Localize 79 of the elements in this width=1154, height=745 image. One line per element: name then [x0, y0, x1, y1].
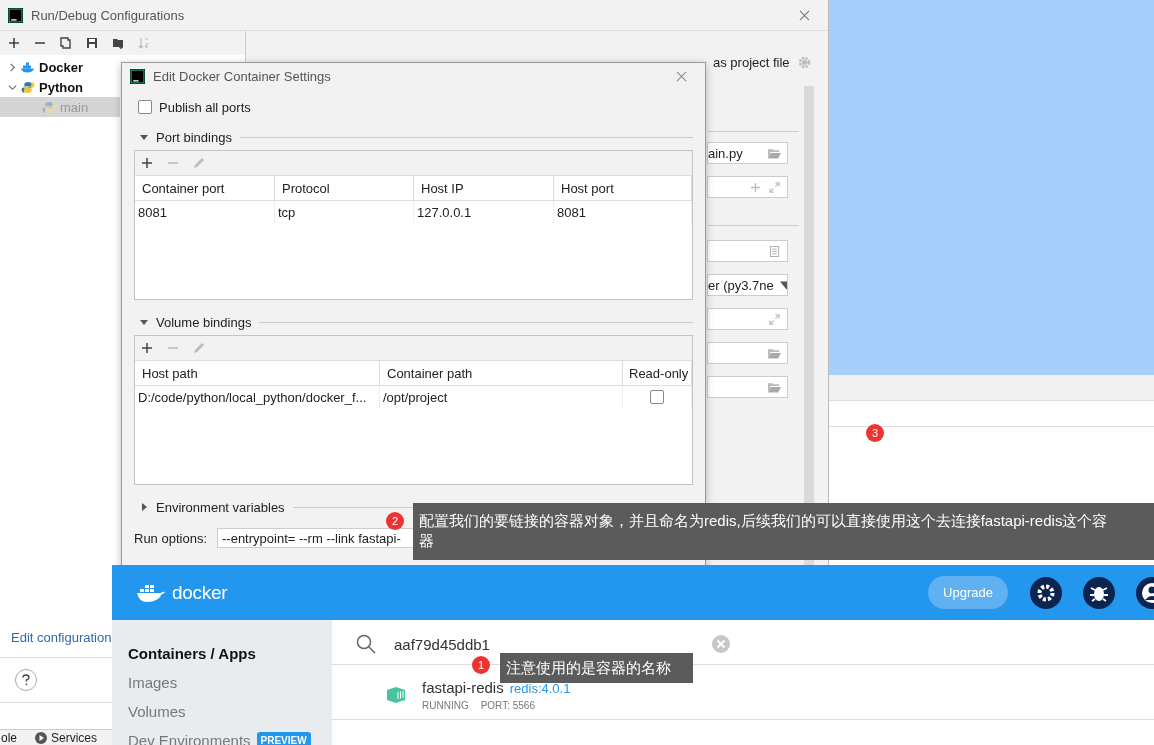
add-icon[interactable] [141, 157, 153, 169]
table-cell: tcp [275, 201, 414, 223]
sort-icon[interactable] [138, 37, 150, 49]
whale-icon [136, 582, 166, 603]
input-field[interactable] [707, 342, 788, 364]
tooltip: 配置我们的要链接的容器对象，并且命名为redis,后续我们的可以直接使用这个去连接fastapi-redis这个容器 [413, 503, 1154, 560]
column-header: Host IP [414, 176, 554, 200]
sidebar-item[interactable]: Containers / Apps [112, 639, 332, 668]
port-text: PORT: 5566 [480, 700, 535, 711]
search-icon [356, 634, 376, 654]
tool-window-tab[interactable]: ole [1, 731, 21, 745]
clear-icon[interactable] [712, 635, 730, 653]
expand-triangle-icon[interactable] [140, 133, 148, 141]
app-logo-icon [8, 7, 23, 23]
checkbox-label: Publish all ports [159, 99, 251, 115]
copy-icon[interactable] [60, 37, 72, 49]
tree-item[interactable]: Docker [0, 57, 120, 77]
expand-triangle-icon[interactable] [140, 503, 148, 511]
input-field[interactable] [707, 376, 788, 398]
marker-badge: 3 [866, 424, 884, 442]
section-title: Volume bindings [156, 314, 252, 330]
tooltip: 注意使用的是容器的名称 [500, 653, 693, 683]
column-header: Host port [554, 176, 692, 200]
table-cell: D:/code/python/local_python/docker_f... [135, 386, 380, 408]
edit-configuration-link[interactable]: Edit configuration [11, 629, 112, 645]
checkbox[interactable] [138, 100, 152, 114]
folder-add-icon[interactable] [112, 37, 124, 49]
search-field[interactable]: aaf79d45ddb1 [394, 635, 694, 653]
pencil-icon[interactable] [193, 342, 205, 354]
status-text: RUNNING [422, 700, 469, 711]
table-cell: 127.0.0.1 [414, 201, 554, 223]
column-header: Read-only [623, 361, 692, 385]
bug-icon[interactable] [1083, 576, 1115, 609]
snake-icon [42, 100, 56, 114]
checkbox-label: as project file [713, 55, 790, 70]
add-icon[interactable] [141, 342, 153, 354]
play-icon [35, 732, 47, 744]
column-header: Host path [135, 361, 380, 385]
tool-window-tab[interactable]: Services [35, 731, 102, 745]
field-label: Run options: [134, 530, 207, 546]
checkbox[interactable] [650, 390, 664, 404]
snake-icon [21, 80, 35, 94]
table-cell: 8081 [554, 201, 692, 223]
close-icon[interactable] [799, 9, 810, 21]
expand-icon[interactable] [768, 313, 781, 325]
pencil-icon[interactable] [193, 157, 205, 169]
window-title: Run/Debug Configurations [31, 7, 185, 23]
expand-icon[interactable] [768, 181, 781, 193]
table-cell: /opt/project [380, 386, 623, 408]
table-cell: 8081 [135, 201, 275, 223]
logo-text: docker [172, 581, 228, 604]
container-icon [386, 687, 406, 703]
tree-item[interactable]: Python [0, 77, 120, 97]
column-header: Protocol [275, 176, 414, 200]
document-icon[interactable] [768, 245, 781, 257]
sidebar-item[interactable]: Volumes [112, 697, 332, 726]
close-icon[interactable] [676, 70, 687, 82]
section-title: Port bindings [156, 129, 232, 145]
sidebar-item[interactable]: Images [112, 668, 332, 697]
section-title: Environment variables [156, 499, 285, 515]
column-header: Container port [135, 176, 275, 200]
folder-icon[interactable] [768, 381, 781, 393]
app-logo-icon [130, 68, 145, 84]
input-field[interactable]: ain.py [707, 142, 788, 164]
dialog-title: Edit Docker Container Settings [153, 68, 331, 84]
input-field[interactable] [707, 176, 788, 198]
input-field[interactable] [707, 240, 788, 262]
folder-icon[interactable] [768, 147, 781, 159]
dropdown[interactable]: er (py3.7ne [707, 274, 788, 296]
folder-icon[interactable] [768, 347, 781, 359]
help-icon[interactable] [15, 669, 37, 691]
input-field[interactable] [707, 308, 788, 330]
preview-badge: PREVIEW [256, 732, 311, 745]
add-icon[interactable] [8, 37, 20, 49]
whale-icon [21, 60, 35, 74]
column-header: Container path [380, 361, 623, 385]
save-icon[interactable] [86, 37, 98, 49]
expand-triangle-icon[interactable] [140, 318, 148, 326]
settings-icon[interactable] [1030, 576, 1062, 609]
